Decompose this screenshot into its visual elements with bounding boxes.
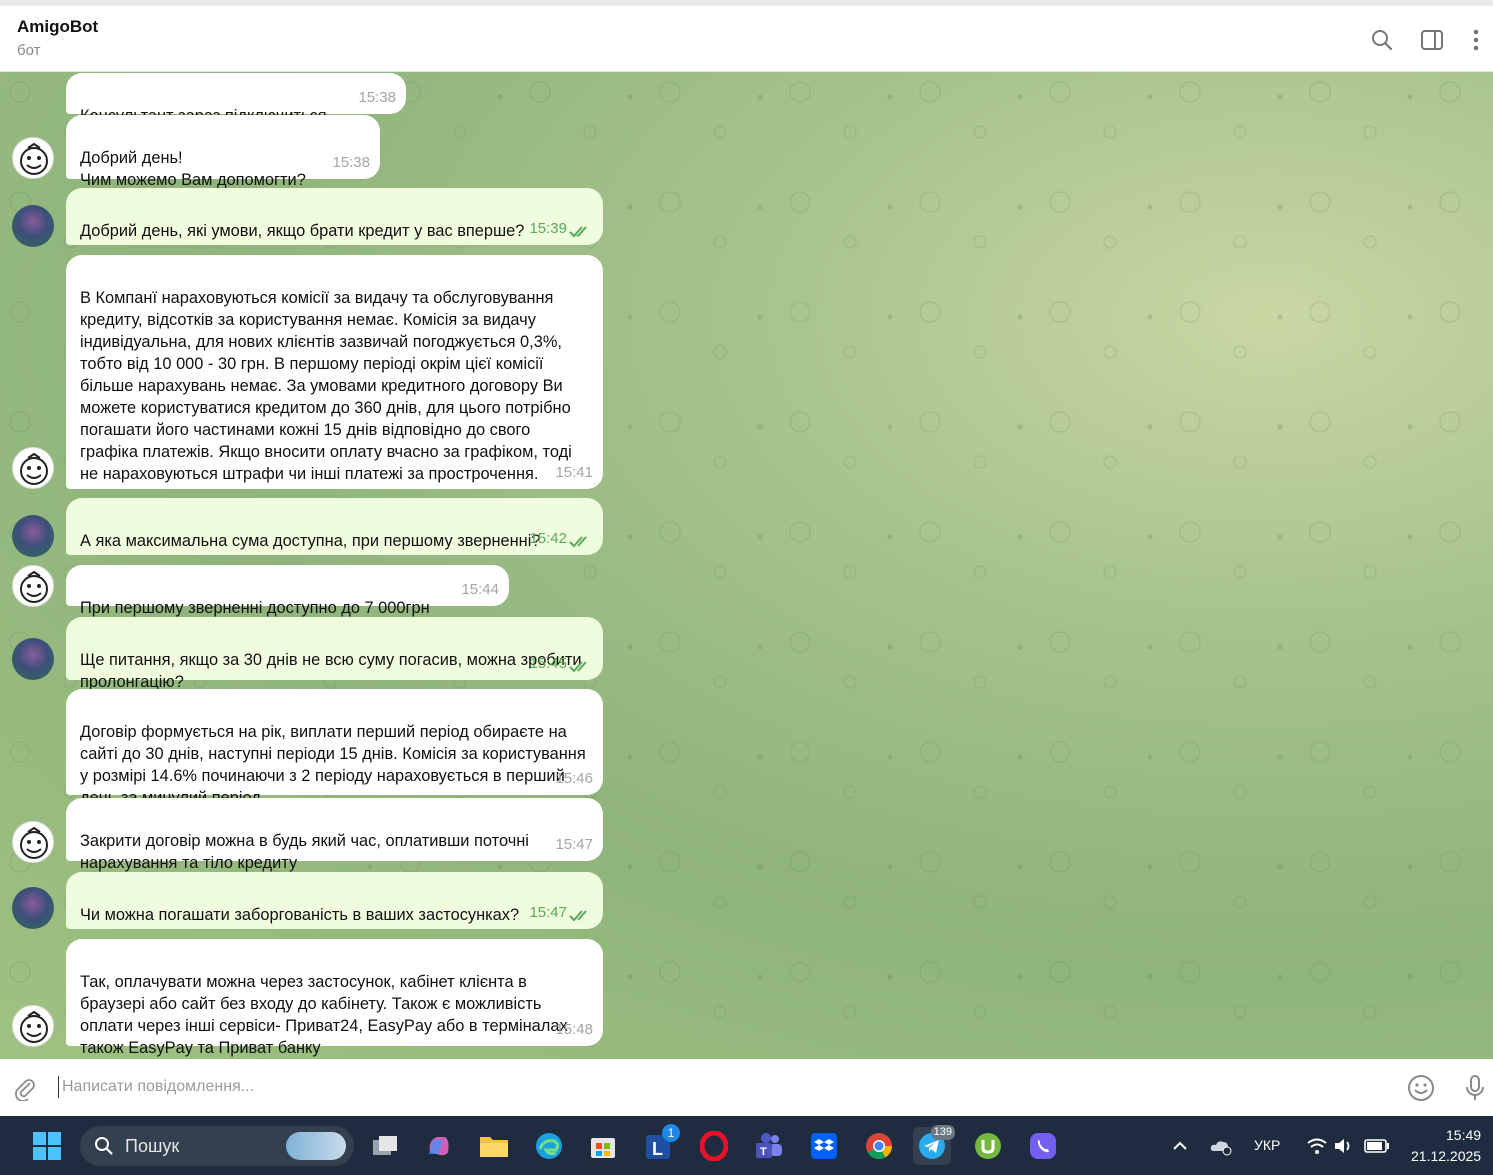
taskbar-search[interactable]: Пошук: [80, 1126, 354, 1166]
user-avatar[interactable]: [12, 638, 54, 680]
message-time: 15:47: [555, 836, 593, 853]
message-bubble-incoming[interactable]: При першому зверненні доступно до 7 000г…: [66, 565, 509, 617]
message-time: 15:46: [555, 770, 593, 787]
search-icon[interactable]: [1369, 27, 1395, 53]
message-bubble-incoming[interactable]: Добрий день! Чим можемо Вам допомогти? 1…: [66, 115, 380, 189]
windows-start-icon[interactable]: [28, 1127, 66, 1165]
notification-badge: 139: [930, 1125, 955, 1140]
message-input[interactable]: Написати повідомлення...: [58, 1076, 254, 1098]
clock-time[interactable]: 15:49: [1446, 1127, 1481, 1143]
message-text: Добрий день! Чим можемо Вам допомогти?: [80, 149, 306, 189]
sidebar-toggle-icon[interactable]: [1419, 27, 1445, 53]
svg-text:L: L: [652, 1139, 663, 1159]
svg-text:T: T: [760, 1146, 767, 1158]
teams-icon[interactable]: T: [750, 1127, 788, 1165]
taskbar-search-label: Пошук: [125, 1136, 180, 1156]
viber-icon[interactable]: [1024, 1127, 1062, 1165]
message-bubble-incoming[interactable]: В Компанї нараховуються комісії за видач…: [66, 255, 603, 489]
emoji-icon[interactable]: [1406, 1073, 1436, 1103]
search-icon: [95, 1137, 113, 1155]
message-bubble-incoming[interactable]: Договір формується на рік, виплати перши…: [66, 689, 603, 807]
file-explorer-icon[interactable]: [475, 1127, 513, 1165]
bot-avatar[interactable]: [12, 565, 54, 607]
telegram-icon[interactable]: 139: [913, 1125, 955, 1165]
clock-date[interactable]: 21.12.2025: [1411, 1148, 1481, 1164]
microsoft-store-icon[interactable]: [584, 1127, 622, 1165]
message-time: 15:44: [461, 581, 499, 598]
message-time: 15:45: [529, 655, 567, 672]
message-text: При першому зверненні доступно до 7 000г…: [80, 599, 430, 617]
microphone-icon[interactable]: [1460, 1073, 1490, 1103]
message-text: А яка максимальна сума доступна, при пер…: [80, 532, 541, 550]
message-text: Договір формується на рік, виплати перши…: [80, 723, 586, 807]
message-time: 15:38: [358, 89, 396, 106]
chat-title[interactable]: AmigoBot: [17, 17, 98, 37]
message-text: Ще питання, якщо за 30 днів не всю суму …: [80, 651, 582, 691]
utorrent-icon[interactable]: [969, 1127, 1007, 1165]
battery-icon[interactable]: [1358, 1127, 1396, 1165]
bot-avatar[interactable]: [12, 447, 54, 489]
bot-avatar[interactable]: [12, 821, 54, 863]
chevron-up-icon[interactable]: [1161, 1127, 1199, 1165]
message-time: 15:42: [529, 530, 567, 547]
message-bubble-outgoing[interactable]: Добрий день, які умови, якщо брати креди…: [66, 188, 603, 245]
message-text: Закрити договір можна в будь який час, о…: [80, 832, 529, 872]
message-text: В Компанї нараховуються комісії за видач…: [80, 289, 572, 483]
message-time: 15:48: [555, 1021, 593, 1038]
message-text: Так, оплачувати можна через застосунок, …: [80, 973, 568, 1057]
chat-subtitle: бот: [17, 42, 41, 59]
onedrive-icon[interactable]: [1202, 1127, 1240, 1165]
chat-header: AmigoBot бот: [0, 6, 1493, 72]
search-highlight-image: [286, 1132, 346, 1160]
message-text: Добрий день, які умови, якщо брати креди…: [80, 222, 525, 240]
copilot-icon[interactable]: [420, 1127, 458, 1165]
read-receipt-icon: [569, 910, 587, 922]
user-avatar[interactable]: [12, 887, 54, 929]
read-receipt-icon: [569, 661, 587, 673]
notification-badge: 1: [662, 1124, 680, 1142]
message-text: Чи можна погашати заборгованість в ваших…: [80, 906, 520, 924]
bot-avatar[interactable]: [12, 137, 54, 179]
chrome-icon[interactable]: [860, 1127, 898, 1165]
message-bubble-outgoing[interactable]: А яка максимальна сума доступна, при пер…: [66, 498, 603, 555]
read-receipt-icon: [569, 536, 587, 548]
dropbox-icon[interactable]: [805, 1127, 843, 1165]
app-l-icon[interactable]: L 1: [640, 1124, 680, 1165]
opera-icon[interactable]: [695, 1127, 733, 1165]
read-receipt-icon: [569, 226, 587, 238]
message-composer: Написати повідомлення...: [0, 1059, 1493, 1116]
task-view-icon[interactable]: [366, 1127, 404, 1165]
message-time: 15:39: [529, 220, 567, 237]
message-bubble-outgoing[interactable]: Чи можна погашати заборгованість в ваших…: [66, 872, 603, 929]
message-time: 15:41: [555, 464, 593, 481]
windows-taskbar: Пошук L 1 T 139 УКР 15:49 21.12.2025: [0, 1116, 1493, 1175]
attach-icon[interactable]: [10, 1073, 40, 1103]
user-avatar[interactable]: [12, 205, 54, 247]
bot-avatar[interactable]: [12, 1005, 54, 1047]
message-bubble-incoming[interactable]: Закрити договір можна в будь який час, о…: [66, 798, 603, 872]
edge-icon[interactable]: [530, 1127, 568, 1165]
more-vertical-icon[interactable]: [1463, 27, 1489, 53]
message-bubble-outgoing[interactable]: Ще питання, якщо за 30 днів не всю суму …: [66, 617, 603, 691]
message-time: 15:38: [332, 154, 370, 171]
user-avatar[interactable]: [12, 515, 54, 557]
chat-area[interactable]: Консультант зараз підключиться. 15:38 До…: [0, 72, 1493, 1059]
input-language[interactable]: УКР: [1254, 1137, 1280, 1153]
message-bubble-incoming[interactable]: Консультант зараз підключиться. 15:38: [66, 73, 406, 125]
message-bubble-incoming[interactable]: Так, оплачувати можна через застосунок, …: [66, 939, 603, 1057]
message-time: 15:47: [529, 904, 567, 921]
